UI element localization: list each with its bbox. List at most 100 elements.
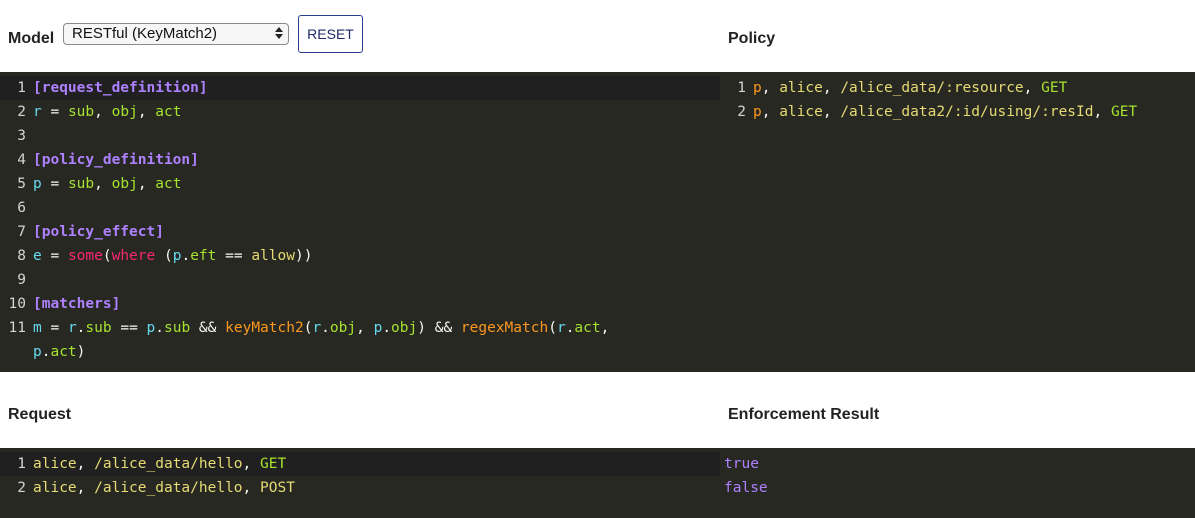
code-token: = xyxy=(41,320,68,336)
code-token: , xyxy=(822,104,841,120)
code-token: [policy_definition] xyxy=(33,152,199,168)
code-token: act xyxy=(155,104,182,120)
code-token: , xyxy=(761,80,780,96)
model-line: p.act) xyxy=(0,340,720,364)
code-token: obj xyxy=(111,104,138,120)
code-text: false xyxy=(724,476,768,500)
code-token: ( xyxy=(155,248,173,264)
reset-button[interactable]: RESET xyxy=(298,15,363,53)
code-text: [policy_definition] xyxy=(33,148,199,172)
policy-line: 2 p, alice, /alice_data2/:id/using/:resId… xyxy=(720,100,1195,124)
model-line: 2 r = sub, obj, act xyxy=(0,100,720,124)
code-token: e xyxy=(33,248,42,264)
code-token: ) && xyxy=(417,320,461,336)
line-number: 4 xyxy=(17,152,26,168)
code-text: e = some(where (p.eft == allow)) xyxy=(33,244,312,268)
line-number: 2 xyxy=(17,480,26,496)
code-token: , xyxy=(1093,104,1111,120)
model-select-value: RESTful (KeyMatch2) xyxy=(72,25,218,42)
code-token: where xyxy=(111,248,156,264)
code-token: r xyxy=(312,320,322,336)
code-token: /alice_data/hello xyxy=(94,456,243,472)
model-select[interactable]: RESTful (KeyMatch2) xyxy=(63,23,289,45)
code-token: , xyxy=(242,456,260,472)
policy-line: 1 p, alice, /alice_data/:resource, GET xyxy=(720,76,1195,100)
code-token: /alice_data2/:id/using/:resId xyxy=(840,104,1094,120)
code-token: . xyxy=(181,248,191,264)
code-token: false xyxy=(724,480,768,496)
model-line: 11 m = r.sub == p.sub && keyMatch2(r.obj,… xyxy=(0,316,720,340)
code-token: keyMatch2 xyxy=(225,320,304,336)
code-token: [request_definition] xyxy=(33,80,208,96)
code-token: obj xyxy=(111,176,138,192)
model-line: 3 xyxy=(0,124,720,148)
result-panel: true false xyxy=(720,448,1195,518)
result-line: false xyxy=(720,476,1195,500)
code-text: p = sub, obj, act xyxy=(33,172,181,196)
model-label: Model xyxy=(8,30,55,47)
code-token: allow xyxy=(251,248,295,264)
code-token: == xyxy=(216,248,252,264)
line-number: 1 xyxy=(737,80,746,96)
code-token: p xyxy=(753,104,762,120)
code-text: true xyxy=(724,452,759,476)
code-token: , xyxy=(76,480,95,496)
code-token: GET xyxy=(260,456,287,472)
code-token: p xyxy=(146,320,156,336)
select-arrows-icon xyxy=(274,25,284,43)
code-text: alice, /alice_data/hello, POST xyxy=(33,476,295,500)
request-line: 2 alice, /alice_data/hello, POST xyxy=(0,476,720,500)
line-number: 2 xyxy=(17,104,26,120)
line-number: 10 xyxy=(8,296,26,312)
code-token: p xyxy=(373,320,383,336)
code-text: p.act) xyxy=(33,340,85,364)
code-token: GET xyxy=(1041,80,1068,96)
line-number: 7 xyxy=(17,224,26,240)
code-token: , xyxy=(242,480,260,496)
code-text: [request_definition] xyxy=(33,76,208,100)
code-text: [policy_effect] xyxy=(33,220,164,244)
enforcement-result-label: Enforcement Result xyxy=(728,406,880,423)
code-token: act xyxy=(574,320,601,336)
code-token: alice xyxy=(779,104,823,120)
code-token: && xyxy=(190,320,226,336)
code-token: , xyxy=(1023,80,1042,96)
code-text: r = sub, obj, act xyxy=(33,100,181,124)
policy-editor[interactable]: 1 p, alice, /alice_data/:resource, GET 2 p,… xyxy=(720,72,1195,372)
code-token: act xyxy=(155,176,182,192)
model-editor[interactable]: 1 [request_definition] 2 r = sub, obj, act 3… xyxy=(0,72,720,372)
code-token: , xyxy=(822,80,841,96)
policy-label: Policy xyxy=(728,30,776,47)
code-token: alice xyxy=(779,80,823,96)
model-line: 4 [policy_definition] xyxy=(0,148,720,172)
code-token: . xyxy=(155,320,164,336)
line-number: 8 xyxy=(17,248,26,264)
request-editor[interactable]: 1 alice, /alice_data/hello, GET 2 alice, /a… xyxy=(0,448,720,518)
code-token: . xyxy=(382,320,392,336)
code-token: . xyxy=(321,320,330,336)
line-number: 6 xyxy=(17,200,26,216)
code-token: obj xyxy=(391,320,418,336)
code-token: /alice_data/hello xyxy=(94,480,243,496)
line-number: 5 xyxy=(17,176,26,192)
code-token: p xyxy=(33,344,42,360)
code-token: r xyxy=(67,320,77,336)
code-token: m xyxy=(33,320,42,336)
line-number: 2 xyxy=(737,104,746,120)
code-token: sub xyxy=(67,104,95,120)
code-token: sub xyxy=(164,320,191,336)
code-token: r xyxy=(556,320,566,336)
code-token: p xyxy=(753,80,762,96)
code-text: alice, /alice_data/hello, GET xyxy=(33,452,286,476)
code-token: true xyxy=(724,456,759,472)
code-token: == xyxy=(111,320,147,336)
code-token: act xyxy=(50,344,77,360)
line-number: 11 xyxy=(8,320,26,336)
code-token: )) xyxy=(294,248,313,264)
code-token: ) xyxy=(76,344,86,360)
code-token: , xyxy=(137,176,156,192)
code-text: p, alice, /alice_data2/:id/using/:resId,… xyxy=(753,100,1137,124)
code-token: [matchers] xyxy=(33,296,121,312)
code-token: ( xyxy=(102,248,112,264)
model-line: 9 xyxy=(0,268,720,292)
